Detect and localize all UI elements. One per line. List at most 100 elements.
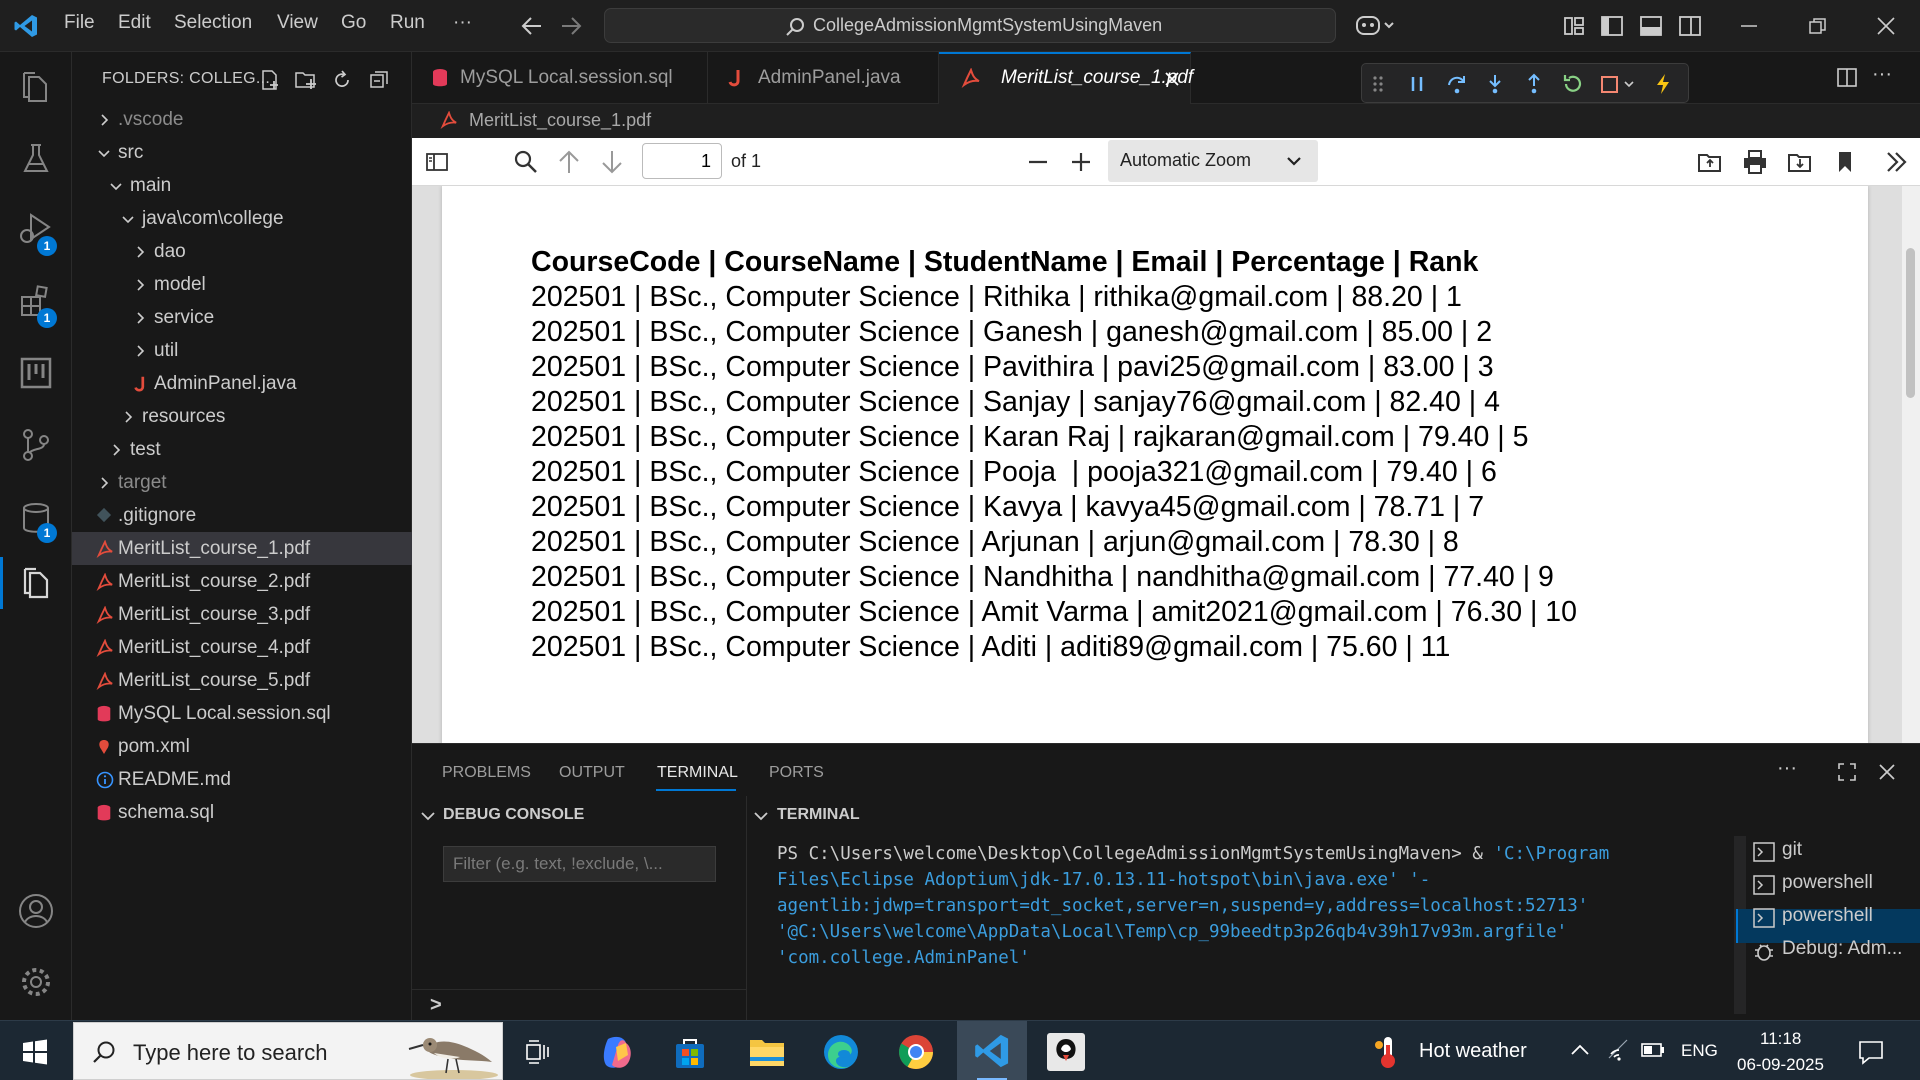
account-icon[interactable] (17, 892, 55, 930)
forward-arrow-icon[interactable] (559, 15, 583, 37)
bookmark-icon[interactable] (1835, 150, 1855, 174)
tree-file[interactable]: README.md (72, 763, 412, 796)
tree-folder[interactable]: dao (72, 235, 412, 268)
taskbar-search-box[interactable]: Type here to search (73, 1022, 503, 1080)
pdf-scrollbar[interactable] (1902, 186, 1920, 743)
tree-file[interactable]: MeritList_course_3.pdf (72, 598, 412, 631)
tab-meritlist-pdf[interactable]: MeritList_course_1.pdf (939, 52, 1193, 104)
copilot-icon[interactable] (1354, 12, 1394, 40)
weather-label[interactable]: Hot weather (1419, 1040, 1527, 1063)
tab-mysql-session[interactable]: MySQL Local.session.sql (412, 52, 708, 104)
step-into-icon[interactable] (1484, 73, 1506, 95)
tree-file[interactable]: schema.sql (72, 796, 412, 829)
maximize-panel-icon[interactable] (1837, 762, 1857, 782)
tree-file[interactable]: MeritList_course_1.pdf (72, 532, 412, 565)
minimize-icon[interactable] (1737, 16, 1761, 36)
chevron-down-icon[interactable] (753, 809, 769, 823)
close-window-icon[interactable] (1874, 15, 1898, 37)
terminal-list-item[interactable]: Debug: Adm... (1782, 938, 1902, 960)
new-folder-icon[interactable] (294, 69, 318, 91)
open-file-icon[interactable] (1697, 150, 1723, 174)
restore-icon[interactable] (1806, 16, 1830, 36)
chevron-down-icon[interactable] (420, 809, 436, 823)
toggle-secondary-sidebar-icon[interactable] (1678, 15, 1702, 37)
copilot-app-icon[interactable] (598, 1033, 636, 1071)
previous-page-icon[interactable] (557, 149, 581, 175)
tab-problems[interactable]: PROBLEMS (442, 764, 531, 782)
notifications-icon[interactable] (1857, 1039, 1885, 1065)
tree-folder[interactable]: test (72, 433, 412, 466)
scrollbar-thumb[interactable] (1906, 248, 1915, 398)
vscode-taskbar-active[interactable] (957, 1021, 1027, 1080)
chrome-browser-icon[interactable] (897, 1033, 935, 1071)
page-number-input[interactable] (642, 143, 722, 179)
tree-file[interactable]: MeritList_course_2.pdf (72, 565, 412, 598)
toggle-panel-icon[interactable] (1639, 15, 1663, 37)
pause-icon[interactable] (1406, 73, 1428, 95)
step-over-icon[interactable] (1445, 73, 1469, 95)
new-file-icon[interactable] (259, 69, 281, 91)
customize-layout-icon[interactable] (1563, 15, 1585, 37)
settings-gear-icon[interactable] (17, 963, 55, 1001)
stop-icon[interactable] (1599, 73, 1639, 95)
menu-run[interactable]: Run (390, 12, 425, 34)
back-arrow-icon[interactable] (520, 15, 544, 37)
tree-folder[interactable]: resources (72, 400, 412, 433)
java-app-icon[interactable] (1045, 1031, 1087, 1073)
debug-console-input-prompt[interactable]: > (430, 994, 442, 1017)
microsoft-store-icon[interactable] (672, 1034, 708, 1070)
menu-go[interactable]: Go (341, 12, 366, 34)
toggle-pdf-sidebar-icon[interactable] (425, 150, 449, 174)
zoom-in-icon[interactable] (1069, 150, 1093, 174)
tree-folder[interactable]: util (72, 334, 412, 367)
refresh-icon[interactable] (331, 69, 353, 91)
edge-browser-icon[interactable] (822, 1033, 860, 1071)
tree-file[interactable]: MeritList_course_4.pdf (72, 631, 412, 664)
menu-file[interactable]: File (64, 12, 95, 34)
more-menu-button[interactable]: ··· (453, 12, 472, 34)
tree-file[interactable]: .gitignore (72, 499, 412, 532)
restart-icon[interactable] (1561, 73, 1585, 95)
battery-icon[interactable] (1640, 1041, 1666, 1059)
debug-console-filter-input[interactable]: Filter (e.g. text, !exclude, \... (443, 846, 716, 882)
terminal-list-item[interactable]: git (1782, 839, 1802, 861)
source-control-icon[interactable] (17, 426, 55, 464)
editor-more-actions-button[interactable]: ··· (1872, 63, 1892, 86)
toggle-primary-sidebar-icon[interactable] (1600, 15, 1624, 37)
explorer-files-icon[interactable] (17, 68, 55, 106)
clock-time[interactable]: 11:18 (1760, 1029, 1801, 1049)
tab-terminal[interactable]: TERMINAL (657, 764, 738, 782)
tree-file[interactable]: MeritList_course_5.pdf (72, 664, 412, 697)
chevron-up-icon[interactable] (1569, 1041, 1591, 1059)
print-icon[interactable] (1742, 149, 1768, 175)
windows-start-icon[interactable] (22, 1039, 48, 1065)
menu-view[interactable]: View (277, 12, 318, 34)
folders-explorer-icon[interactable] (17, 565, 55, 603)
save-download-icon[interactable] (1787, 150, 1813, 174)
menu-edit[interactable]: Edit (118, 12, 151, 34)
tools-chevrons-icon[interactable] (1884, 149, 1910, 175)
terminal-output[interactable]: PS C:\Users\welcome\Desktop\CollegeAdmis… (777, 841, 1717, 971)
hot-code-replace-icon[interactable] (1652, 72, 1674, 96)
menu-selection[interactable]: Selection (174, 12, 252, 34)
tree-file[interactable]: pom.xml (72, 730, 412, 763)
testing-flask-icon[interactable] (17, 139, 55, 177)
pdf-viewer[interactable]: CourseCode | CourseName | StudentName | … (412, 186, 1920, 743)
tree-folder[interactable]: src (72, 136, 412, 169)
find-in-pdf-icon[interactable] (513, 149, 539, 175)
next-page-icon[interactable] (600, 149, 624, 175)
terminal-list-item[interactable]: powershell (1782, 872, 1873, 894)
tab-ports[interactable]: PORTS (769, 764, 824, 782)
collapse-all-icon[interactable] (368, 69, 390, 91)
file-explorer-icon[interactable] (748, 1035, 786, 1069)
zoom-out-icon[interactable] (1026, 150, 1050, 174)
tree-folder[interactable]: java\com\college (72, 202, 412, 235)
wifi-icon[interactable] (1606, 1038, 1632, 1062)
tree-file[interactable]: AdminPanel.java (72, 367, 412, 400)
task-view-icon[interactable] (525, 1039, 553, 1065)
tree-folder[interactable]: model (72, 268, 412, 301)
tree-folder[interactable]: main (72, 169, 412, 202)
step-out-icon[interactable] (1523, 73, 1545, 95)
zoom-select[interactable]: Automatic Zoom (1108, 140, 1318, 182)
clock-date[interactable]: 06-09-2025 (1737, 1055, 1824, 1075)
